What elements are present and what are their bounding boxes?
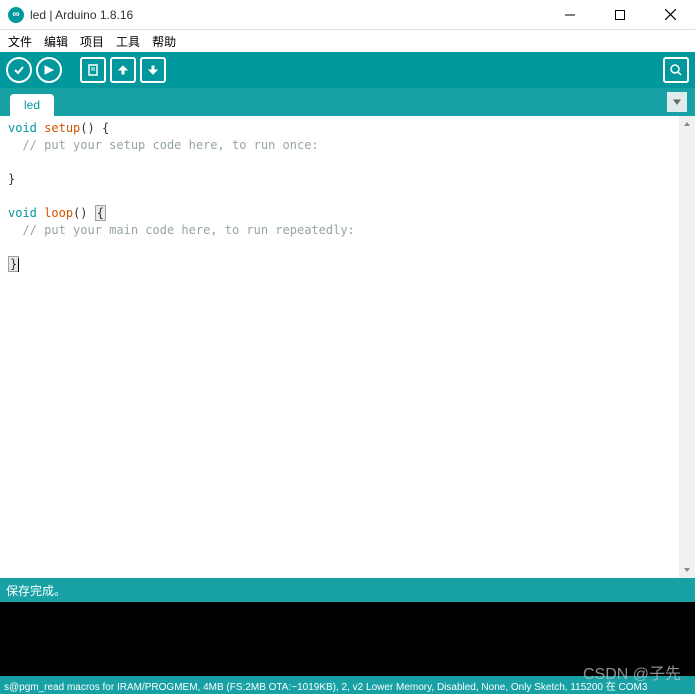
- console[interactable]: [0, 602, 695, 676]
- tab-dropdown[interactable]: [667, 92, 687, 112]
- close-button[interactable]: [657, 2, 683, 28]
- editor: void setup() { // put your setup code he…: [0, 116, 695, 578]
- menubar: 文件 编辑 项目 工具 帮助: [0, 30, 695, 52]
- code-function: setup: [44, 121, 80, 135]
- board-info: s@pgm_read macros for IRAM/PROGMEM, 4MB …: [4, 678, 647, 693]
- scroll-down-icon[interactable]: [679, 562, 695, 578]
- code-comment: // put your setup code here, to run once…: [8, 138, 319, 152]
- window-title: led | Arduino 1.8.16: [30, 8, 557, 22]
- code-bracket-highlight: {: [95, 205, 106, 221]
- verify-button[interactable]: [6, 57, 32, 83]
- upload-button[interactable]: [36, 57, 62, 83]
- arduino-icon: [8, 7, 24, 23]
- open-button[interactable]: [110, 57, 136, 83]
- code-text: (): [80, 121, 102, 135]
- tabbar: led: [0, 88, 695, 116]
- code-keyword: void: [8, 121, 37, 135]
- window-controls: [557, 2, 683, 28]
- code-keyword: void: [8, 206, 37, 220]
- menu-edit[interactable]: 编辑: [42, 33, 70, 50]
- serial-monitor-button[interactable]: [663, 57, 689, 83]
- menu-file[interactable]: 文件: [6, 33, 34, 50]
- minimize-button[interactable]: [557, 2, 583, 28]
- menu-tools[interactable]: 工具: [114, 33, 142, 50]
- code-comment: // put your main code here, to run repea…: [8, 223, 355, 237]
- new-button[interactable]: [80, 57, 106, 83]
- cursor-icon: [18, 258, 19, 272]
- scroll-up-icon[interactable]: [679, 116, 695, 132]
- code-brace: }: [8, 172, 15, 186]
- code-brace: {: [102, 121, 109, 135]
- tab-led[interactable]: led: [10, 94, 54, 116]
- toolbar: [0, 52, 695, 88]
- menu-sketch[interactable]: 项目: [78, 33, 106, 50]
- titlebar: led | Arduino 1.8.16: [0, 0, 695, 30]
- menu-help[interactable]: 帮助: [150, 33, 178, 50]
- code-function: loop: [44, 206, 73, 220]
- maximize-button[interactable]: [607, 2, 633, 28]
- bottombar: s@pgm_read macros for IRAM/PROGMEM, 4MB …: [0, 676, 695, 694]
- scrollbar[interactable]: [679, 116, 695, 578]
- statusbar: 保存完成。: [0, 578, 695, 602]
- code-editor[interactable]: void setup() { // put your setup code he…: [0, 116, 679, 578]
- save-button[interactable]: [140, 57, 166, 83]
- code-text: (): [73, 206, 95, 220]
- status-message: 保存完成。: [6, 582, 66, 599]
